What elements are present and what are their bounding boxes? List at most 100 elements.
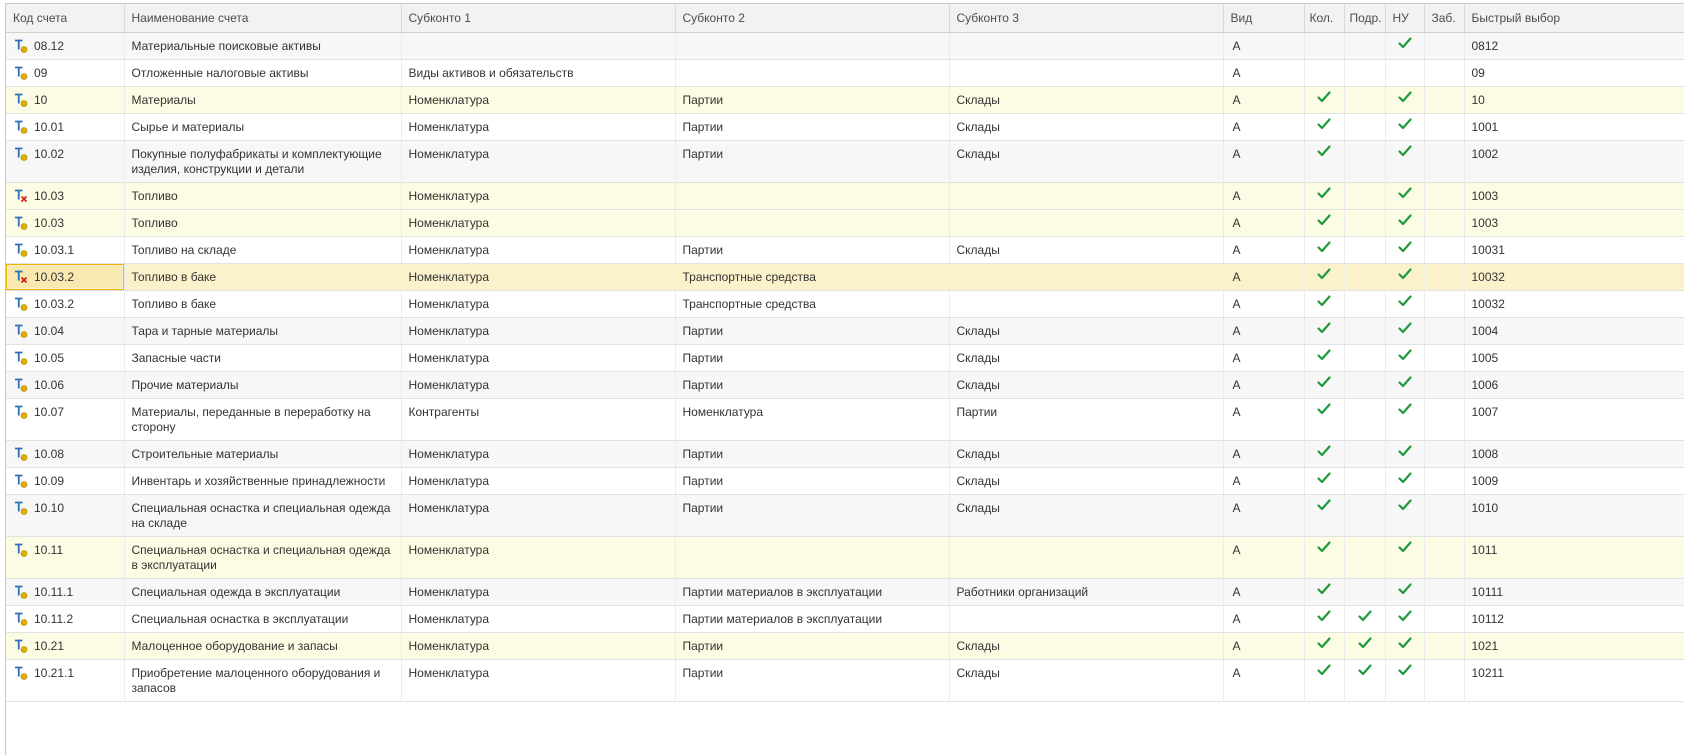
cell-code[interactable]: 10.05 [6,344,125,372]
cell-quantity-flag[interactable] [1304,263,1345,291]
cell-subconto-2[interactable]: Партии [675,113,950,141]
cell-subconto-3[interactable]: Партии [949,398,1224,441]
cell-name[interactable]: Малоценное оборудование и запасы [124,632,402,660]
cell-off-balance-flag[interactable] [1424,632,1465,660]
table-row[interactable]: 10.03 Топливо Номенклатура А 1003 [6,182,1684,210]
cell-subconto-2[interactable]: Партии [675,236,950,264]
cell-tax-flag[interactable] [1385,440,1425,468]
cell-subconto-1[interactable]: Номенклатура [401,317,676,345]
cell-tax-flag[interactable] [1385,578,1425,606]
cell-code[interactable]: 10.10 [6,494,125,537]
table-row[interactable]: 10.03.1 Топливо на складе Номенклатура Парт… [6,236,1684,264]
cell-name[interactable]: Специальная одежда в эксплуатации [124,578,402,606]
cell-name[interactable]: Специальная оснастка и специальная одежд… [124,536,402,579]
table-row[interactable]: 10.05 Запасные части Номенклатура Партии Скл… [6,344,1684,372]
cell-quantity-flag[interactable] [1304,209,1345,237]
cell-code[interactable]: 10.09 [6,467,125,495]
table-row[interactable]: 10.03 Топливо Номенклатура А 1003 [6,209,1684,237]
cell-tax-flag[interactable] [1385,182,1425,210]
cell-department-flag[interactable] [1344,59,1386,87]
cell-subconto-3[interactable] [949,290,1224,318]
cell-quantity-flag[interactable] [1304,140,1345,183]
cell-subconto-1[interactable]: Номенклатура [401,494,676,537]
cell-subconto-3[interactable] [949,182,1224,210]
cell-subconto-2[interactable]: Номенклатура [675,398,950,441]
cell-off-balance-flag[interactable] [1424,344,1465,372]
cell-subconto-1[interactable]: Номенклатура [401,536,676,579]
cell-subconto-3[interactable]: Склады [949,659,1224,702]
cell-subconto-2[interactable]: Транспортные средства [675,263,950,291]
cell-subconto-1[interactable]: Номенклатура [401,182,676,210]
cell-department-flag[interactable] [1344,632,1386,660]
cell-department-flag[interactable] [1344,536,1386,579]
cell-department-flag[interactable] [1344,32,1386,60]
table-row[interactable]: 10.03.2 Топливо в баке Номенклатура Транспо… [6,290,1684,318]
cell-quick-select[interactable]: 1004 [1464,317,1684,345]
cell-code[interactable]: 09 [6,59,125,87]
cell-quick-select[interactable]: 10112 [1464,605,1684,633]
cell-subconto-1[interactable]: Номенклатура [401,86,676,114]
cell-subconto-1[interactable]: Контрагенты [401,398,676,441]
cell-subconto-1[interactable]: Номенклатура [401,632,676,660]
cell-off-balance-flag[interactable] [1424,659,1465,702]
cell-quantity-flag[interactable] [1304,32,1345,60]
cell-tax-flag[interactable] [1385,659,1425,702]
cell-off-balance-flag[interactable] [1424,263,1465,291]
cell-subconto-2[interactable]: Партии [675,86,950,114]
cell-department-flag[interactable] [1344,440,1386,468]
cell-kind[interactable]: А [1223,398,1305,441]
cell-kind[interactable]: А [1223,536,1305,579]
cell-subconto-3[interactable]: Склады [949,317,1224,345]
col-header-code[interactable]: Код счета [6,4,125,33]
cell-quantity-flag[interactable] [1304,59,1345,87]
table-row[interactable]: 10 Материалы Номенклатура Партии Склады А 10 [6,86,1684,114]
cell-kind[interactable]: А [1223,371,1305,399]
cell-department-flag[interactable] [1344,113,1386,141]
accounts-table[interactable]: Код счета Наименование счета Субконто 1 … [5,3,1684,755]
cell-code[interactable]: 10.06 [6,371,125,399]
cell-tax-flag[interactable] [1385,371,1425,399]
cell-name[interactable]: Материальные поисковые активы [124,32,402,60]
cell-name[interactable]: Топливо в баке [124,290,402,318]
cell-subconto-2[interactable]: Партии [675,632,950,660]
table-row[interactable]: 10.01 Сырье и материалы Номенклатура Партии… [6,113,1684,141]
cell-subconto-3[interactable]: Склады [949,236,1224,264]
table-row[interactable]: 10.09 Инвентарь и хозяйственные принадлеж… [6,467,1684,495]
cell-quantity-flag[interactable] [1304,317,1345,345]
table-row[interactable]: 10.10 Специальная оснастка и специальная … [6,494,1684,537]
cell-subconto-3[interactable] [949,209,1224,237]
cell-department-flag[interactable] [1344,605,1386,633]
cell-quantity-flag[interactable] [1304,113,1345,141]
cell-kind[interactable]: А [1223,632,1305,660]
cell-subconto-3[interactable]: Склады [949,86,1224,114]
cell-quick-select[interactable]: 1006 [1464,371,1684,399]
cell-off-balance-flag[interactable] [1424,209,1465,237]
cell-department-flag[interactable] [1344,182,1386,210]
cell-kind[interactable]: А [1223,578,1305,606]
cell-quick-select[interactable]: 1003 [1464,182,1684,210]
cell-name[interactable]: Топливо на складе [124,236,402,264]
cell-off-balance-flag[interactable] [1424,236,1465,264]
cell-subconto-2[interactable]: Транспортные средства [675,290,950,318]
cell-code[interactable]: 10.03 [6,182,125,210]
table-row[interactable]: 10.11.2 Специальная оснастка в эксплуатац… [6,605,1684,633]
cell-subconto-3[interactable]: Работники организаций [949,578,1224,606]
cell-code[interactable]: 10.21.1 [6,659,125,702]
cell-name[interactable]: Специальная оснастка и специальная одежд… [124,494,402,537]
table-row[interactable]: 10.11.1 Специальная одежда в эксплуатации… [6,578,1684,606]
table-row[interactable]: 09 Отложенные налоговые активы Виды активо… [6,59,1684,87]
cell-subconto-1[interactable]: Номенклатура [401,236,676,264]
cell-off-balance-flag[interactable] [1424,605,1465,633]
cell-quick-select[interactable]: 1009 [1464,467,1684,495]
cell-off-balance-flag[interactable] [1424,113,1465,141]
cell-kind[interactable]: А [1223,263,1305,291]
cell-department-flag[interactable] [1344,344,1386,372]
cell-subconto-3[interactable]: Склады [949,467,1224,495]
cell-quick-select[interactable]: 10032 [1464,290,1684,318]
cell-off-balance-flag[interactable] [1424,86,1465,114]
cell-off-balance-flag[interactable] [1424,32,1465,60]
cell-subconto-1[interactable]: Номенклатура [401,290,676,318]
cell-code[interactable]: 10.01 [6,113,125,141]
cell-subconto-2[interactable] [675,209,950,237]
table-row[interactable]: 10.21 Малоценное оборудование и запасы Ном… [6,632,1684,660]
